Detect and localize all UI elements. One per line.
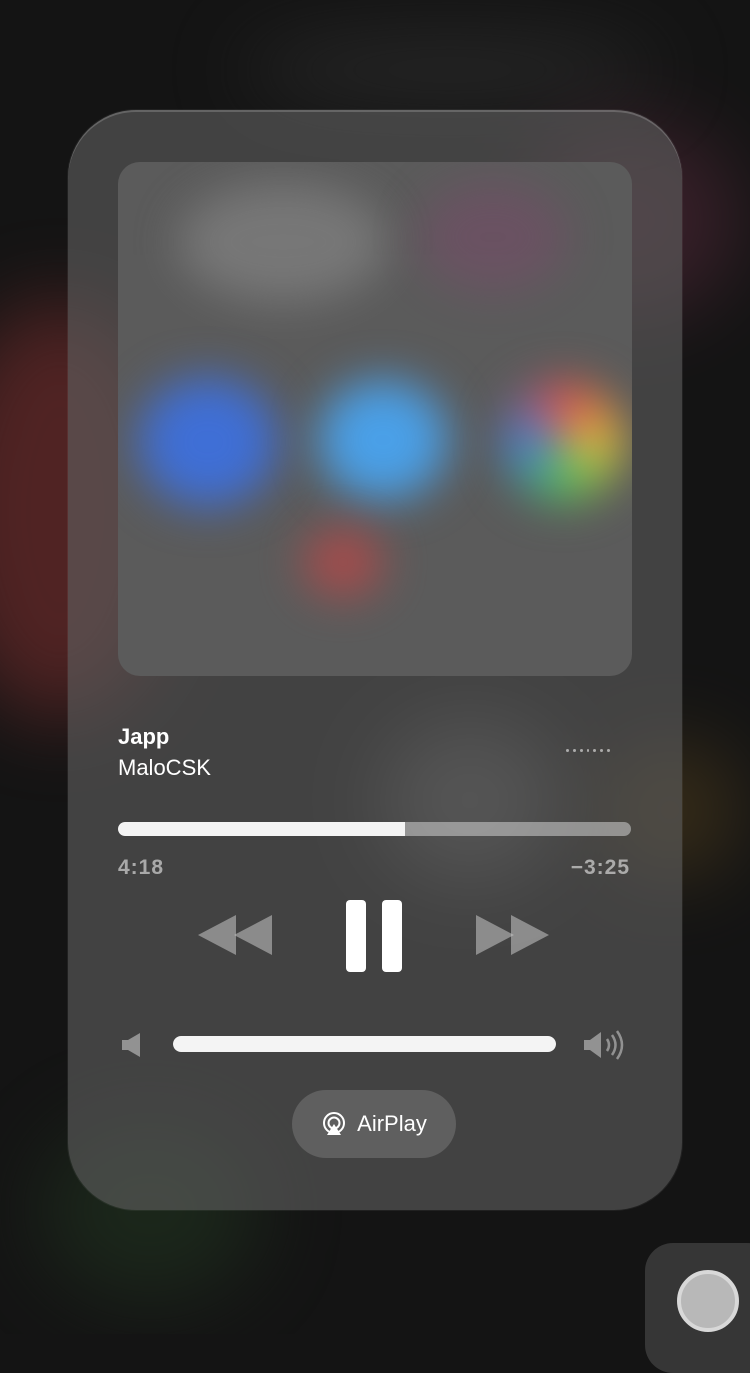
track-artist: MaloCSK <box>118 755 211 780</box>
playback-progress-fill <box>118 822 406 836</box>
assistive-touch-knob <box>677 1270 739 1332</box>
pause-icon <box>346 900 366 972</box>
airplay-icon <box>323 1112 346 1135</box>
backward-icon <box>198 915 272 955</box>
forward-icon <box>476 915 549 955</box>
airplay-button[interactable]: AirPlay <box>292 1090 456 1158</box>
now-playing-card: Japp MaloCSK 4:18 −3:25 AirPlay <box>68 110 682 1210</box>
airplay-label: AirPlay <box>357 1111 427 1136</box>
speaker-low-icon <box>120 1032 144 1058</box>
speaker-high-icon <box>582 1028 628 1062</box>
rewind-button[interactable] <box>196 910 276 960</box>
forward-button[interactable] <box>473 910 553 960</box>
volume-slider[interactable] <box>173 1036 556 1052</box>
audio-wave-icon <box>566 748 611 752</box>
pause-button[interactable] <box>346 900 402 972</box>
remaining-time: −3:25 <box>570 856 630 879</box>
volume-level-fill <box>173 1036 556 1052</box>
album-artwork <box>118 162 632 676</box>
track-title: Japp <box>118 724 170 749</box>
elapsed-time: 4:18 <box>118 856 165 879</box>
playback-scrubber[interactable] <box>118 822 631 836</box>
